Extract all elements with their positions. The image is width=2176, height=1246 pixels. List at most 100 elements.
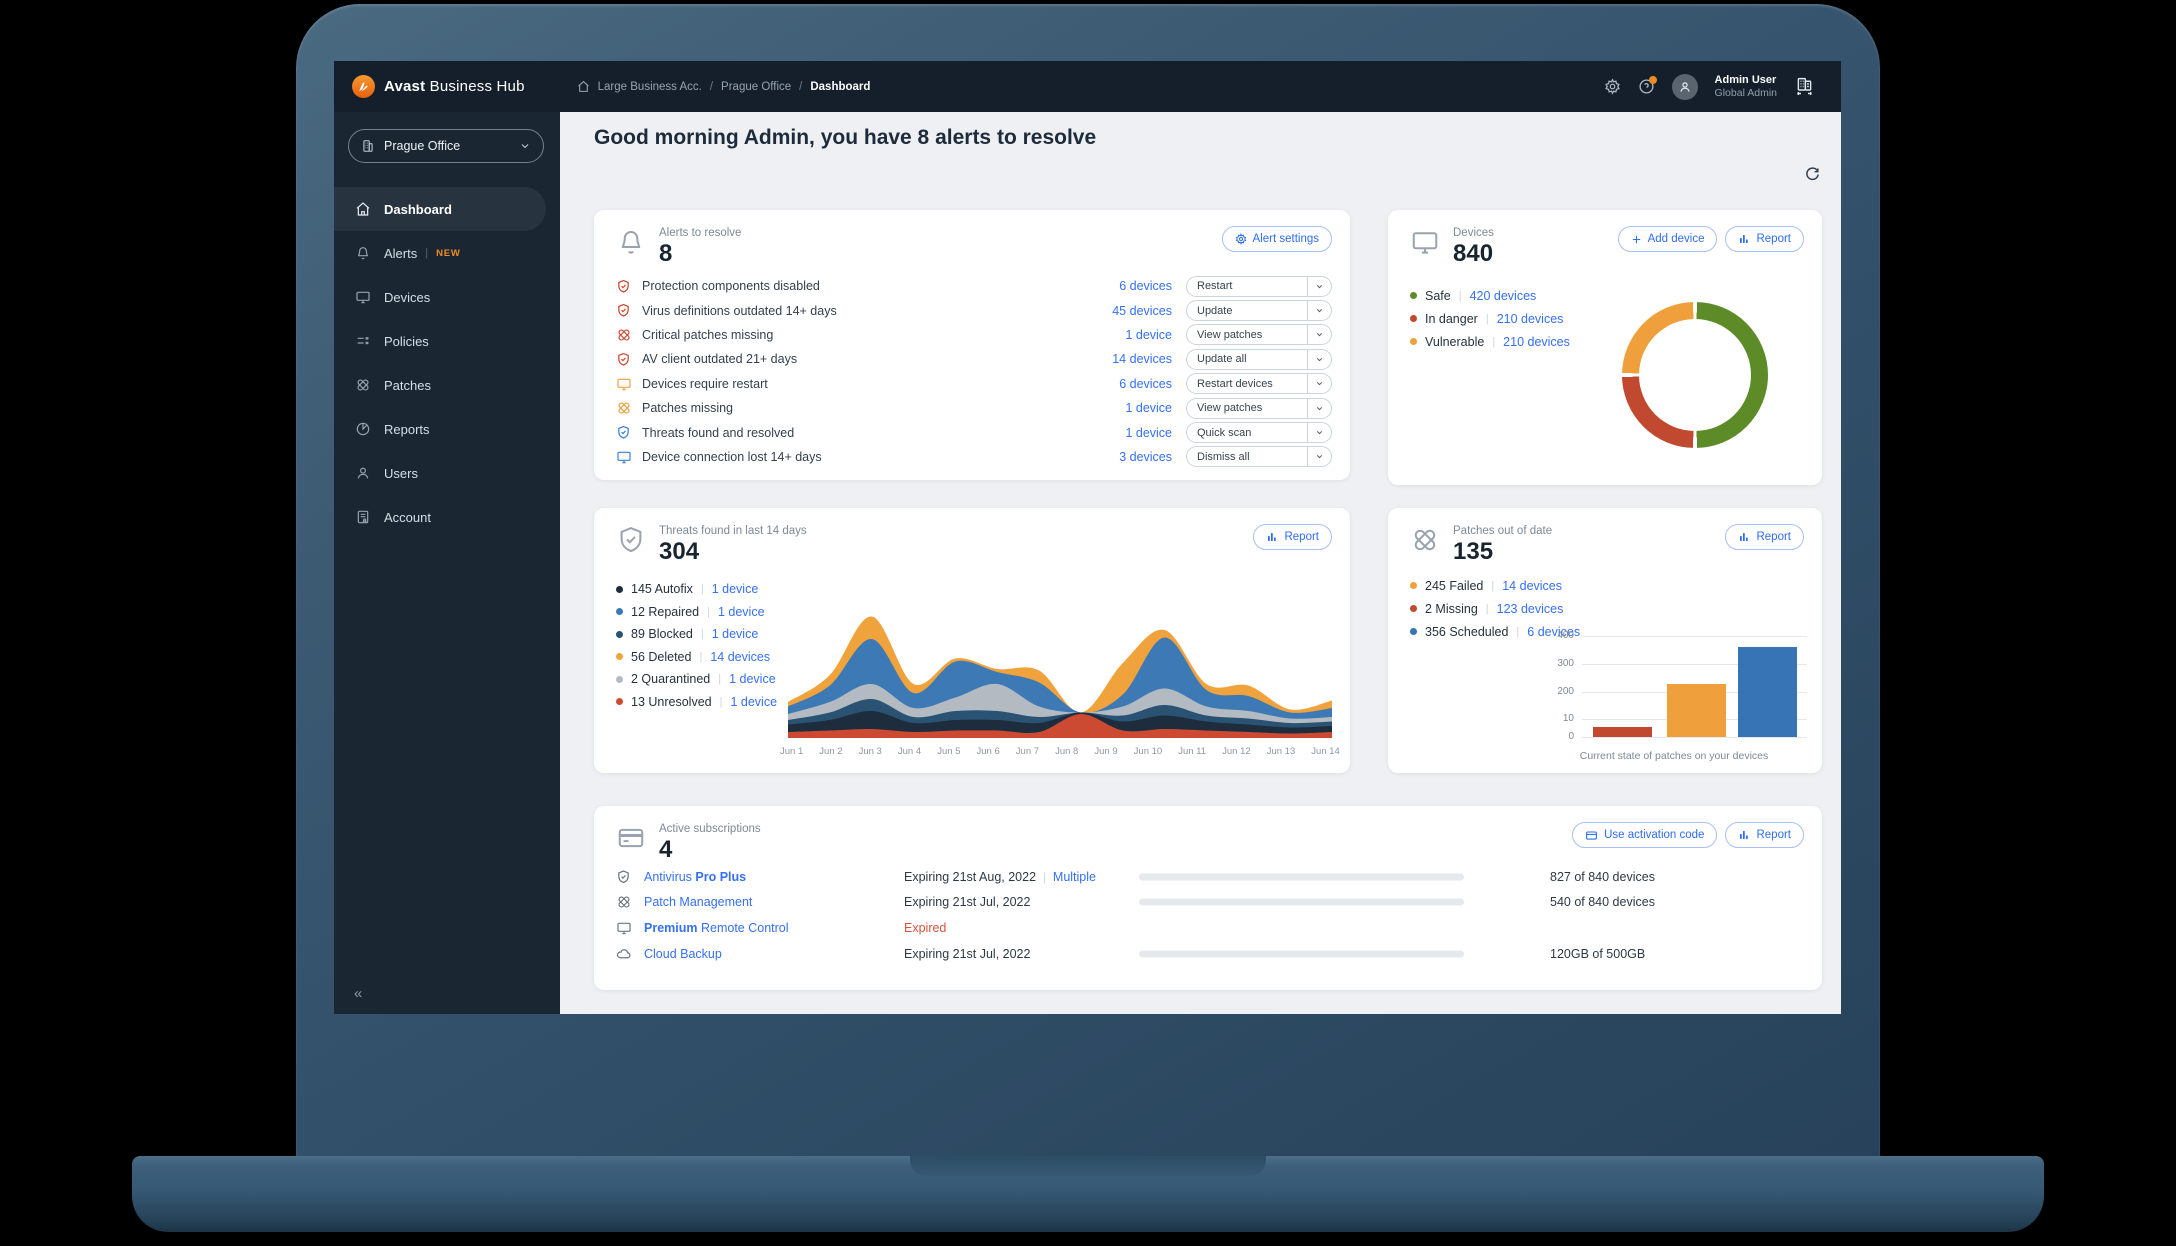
legend-device-link[interactable]: 14 devices <box>710 650 770 664</box>
sidebar-item-users[interactable]: Users <box>334 451 546 495</box>
subscription-name-link[interactable]: Premium Remote Control <box>644 921 789 935</box>
devices-report-button[interactable]: Report <box>1725 226 1804 252</box>
legend-device-link[interactable]: 123 devices <box>1497 602 1564 616</box>
y-axis-tick: 300 <box>1557 658 1574 669</box>
legend-device-link[interactable]: 14 devices <box>1502 579 1562 593</box>
legend-dot-icon <box>616 675 623 683</box>
help-icon[interactable] <box>1638 76 1657 95</box>
devices-legend-row: In danger | 210 devices <box>1410 307 1570 330</box>
chevron-down-icon <box>1307 325 1331 345</box>
alert-action-dropdown[interactable]: View patches <box>1186 324 1332 346</box>
sidebar-item-devices[interactable]: Devices <box>334 275 546 319</box>
monitor-icon <box>355 289 371 305</box>
alert-device-link[interactable]: 14 devices <box>1080 352 1172 366</box>
home-icon[interactable] <box>577 80 590 93</box>
sidebar-item-policies[interactable]: Policies <box>334 319 546 363</box>
subscription-list: Antivirus Pro Plus Expiring 21st Aug, 202… <box>594 864 1822 966</box>
subscription-name-link[interactable]: Cloud Backup <box>644 947 722 961</box>
card-label: Active subscriptions <box>659 823 761 835</box>
legend-device-link[interactable]: 420 devices <box>1470 289 1537 303</box>
patch-icon <box>616 400 642 416</box>
legend-device-link[interactable]: 210 devices <box>1503 335 1570 349</box>
monitor-icon <box>1410 227 1440 268</box>
threats-legend: 145 Autofix | 1 device 12 Repaired | 1 device… <box>616 578 777 713</box>
legend-device-link[interactable]: 1 device <box>712 582 759 596</box>
pie-icon <box>355 421 371 437</box>
threats-report-button[interactable]: Report <box>1253 524 1332 550</box>
alert-device-link[interactable]: 1 device <box>1080 426 1172 440</box>
chevron-down-icon <box>1307 447 1331 467</box>
alert-device-link[interactable]: 45 devices <box>1080 304 1172 318</box>
subscriptions-report-button[interactable]: Report <box>1725 822 1804 848</box>
sidebar-item-label: Dashboard <box>384 201 452 217</box>
alert-device-link[interactable]: 1 device <box>1080 401 1172 415</box>
subscriptions-card: Active subscriptions 4 Use activation co… <box>594 806 1822 990</box>
subscription-name-link[interactable]: Antivirus Pro Plus <box>644 870 746 884</box>
sidebar-item-reports[interactable]: Reports <box>334 407 546 451</box>
legend-device-link[interactable]: 1 device <box>729 672 776 686</box>
alert-action-label: Quick scan <box>1197 426 1252 439</box>
alert-action-dropdown[interactable]: Quick scan <box>1186 422 1332 444</box>
breadcrumb-item[interactable]: Prague Office <box>721 81 791 93</box>
expiry-label: Expiring 21st Aug, 2022 <box>904 869 1037 884</box>
patches-chart-caption: Current state of patches on your devices <box>1579 750 1769 762</box>
legend-device-link[interactable]: 1 device <box>712 627 759 641</box>
sidebar-item-alerts[interactable]: Alerts | NEW <box>334 231 546 275</box>
patch-icon <box>355 377 371 393</box>
home-icon <box>355 201 371 217</box>
legend-dot-icon <box>1410 628 1417 635</box>
account-icon <box>355 509 371 525</box>
bell-icon <box>616 227 646 268</box>
avatar[interactable] <box>1671 73 1698 100</box>
sidebar-item-account[interactable]: Account <box>334 495 546 539</box>
alert-device-link[interactable]: 3 devices <box>1080 450 1172 464</box>
user-info[interactable]: Admin User Global Admin <box>1715 74 1777 100</box>
x-axis-tick: Jun 4 <box>897 746 922 757</box>
breadcrumb-item[interactable]: Large Business Acc. <box>598 81 702 93</box>
page-title: Good morning Admin, you have 8 alerts to… <box>594 126 1097 149</box>
alert-action-dropdown[interactable]: Dismiss all <box>1186 446 1332 468</box>
alert-action-label: Update all <box>1197 353 1247 366</box>
x-axis-tick: Jun 11 <box>1178 746 1207 757</box>
add-device-button[interactable]: Add device <box>1617 226 1718 252</box>
alert-settings-button[interactable]: Alert settings <box>1221 226 1332 252</box>
legend-device-link[interactable]: 1 device <box>718 605 765 619</box>
sidebar-item-dashboard[interactable]: Dashboard <box>334 187 546 231</box>
alert-action-dropdown[interactable]: Update all <box>1186 348 1332 370</box>
usage-label: 827 of 840 devices <box>1550 869 1655 884</box>
sidebar-item-label: Users <box>384 465 418 481</box>
legend-device-link[interactable]: 210 devices <box>1497 312 1564 326</box>
alert-device-link[interactable]: 1 device <box>1080 328 1172 342</box>
legend-label: 145 Autofix <box>631 582 693 597</box>
gear-icon[interactable] <box>1604 78 1621 95</box>
legend-dot-icon <box>1410 315 1417 322</box>
alert-action-dropdown[interactable]: Update <box>1186 300 1332 322</box>
subscription-name-link[interactable]: Patch Management <box>644 895 752 909</box>
company-switcher-icon[interactable] <box>1794 76 1815 97</box>
refresh-icon[interactable] <box>1804 166 1821 188</box>
collapse-sidebar-button[interactable]: « <box>354 985 362 1002</box>
use-activation-code-button[interactable]: Use activation code <box>1572 822 1718 848</box>
alert-action-dropdown[interactable]: Restart devices <box>1186 373 1332 395</box>
usage-progress-bar <box>1139 873 1464 881</box>
threats-count: 304 <box>659 538 700 565</box>
multiple-link[interactable]: Multiple <box>1053 870 1096 884</box>
expired-label: Expired <box>904 920 947 935</box>
site-selector[interactable]: Prague Office <box>348 129 544 163</box>
devices-card: Devices 840 Add device Report Safe | 420… <box>1388 210 1822 485</box>
bar-missing <box>1593 727 1652 737</box>
new-badge: NEW <box>436 247 461 259</box>
x-axis-tick: Jun 9 <box>1094 746 1118 757</box>
x-axis-tick: Jun 12 <box>1222 746 1251 757</box>
legend-device-link[interactable]: 1 device <box>730 695 777 709</box>
bar-scheduled <box>1738 647 1797 737</box>
threats-legend-row: 2 Quarantined | 1 device <box>616 668 777 691</box>
sidebar-item-patches[interactable]: Patches <box>334 363 546 407</box>
patches-report-button[interactable]: Report <box>1725 524 1804 550</box>
laptop-base <box>132 1156 2044 1232</box>
alert-device-link[interactable]: 6 devices <box>1080 377 1172 391</box>
expiry-label: Expiring 21st Jul, 2022 <box>904 895 1031 910</box>
alert-device-link[interactable]: 6 devices <box>1080 279 1172 293</box>
alert-action-dropdown[interactable]: View patches <box>1186 397 1332 419</box>
alert-action-dropdown[interactable]: Restart <box>1186 275 1332 297</box>
